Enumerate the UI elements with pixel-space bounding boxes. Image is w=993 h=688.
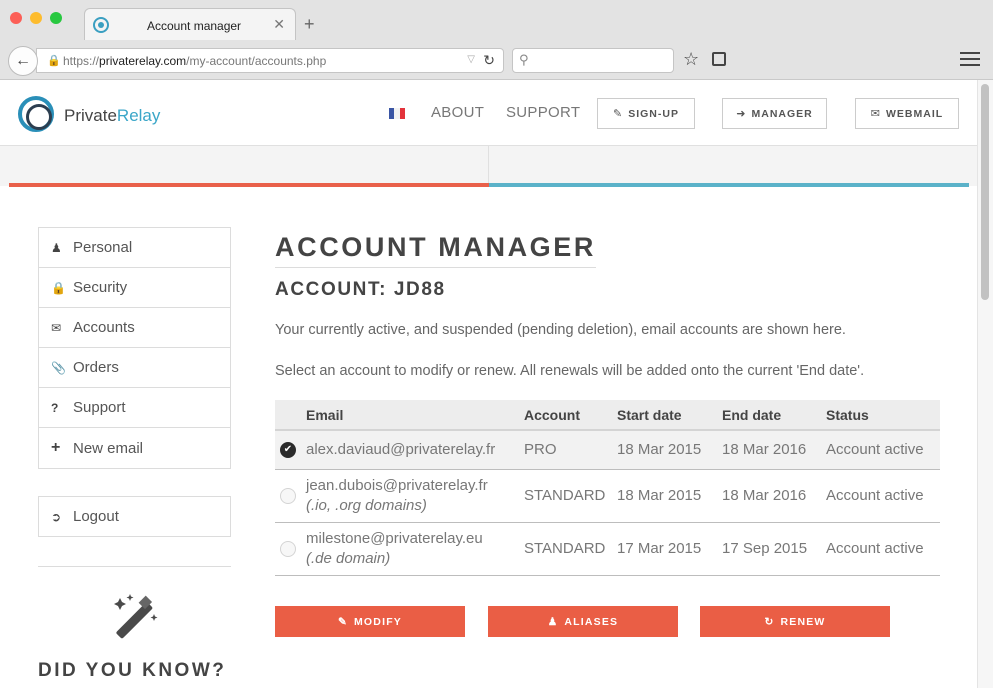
refresh-icon: ↻	[764, 615, 775, 628]
domain-note: (.de domain)	[306, 550, 391, 567]
status-cell: Account active	[826, 430, 940, 470]
email-cell: milestone@privaterelay.eu (.de domain)	[306, 522, 524, 576]
aliases-button[interactable]: ♟ ALIASES	[488, 606, 678, 637]
url-text: https://privaterelay.com/my-account/acco…	[63, 54, 327, 68]
close-tab-icon[interactable]: ✕	[273, 16, 285, 33]
nav-about[interactable]: ABOUT	[431, 104, 484, 121]
tab-title: Account manager	[147, 19, 242, 33]
instruction-text: Select an account to modify or renew. Al…	[275, 363, 865, 379]
scrollbar-thumb[interactable]	[981, 84, 989, 300]
minimize-window-button[interactable]	[30, 12, 42, 24]
history-dropdown-icon[interactable]: ▽	[467, 54, 475, 65]
nav-support[interactable]: SUPPORT	[506, 104, 580, 121]
hamburger-menu-icon[interactable]	[960, 52, 980, 70]
table-row[interactable]: ✔ alex.daviaud@privaterelay.fr PRO 18 Ma…	[275, 430, 940, 470]
table-header-row: Email Account Start date End date Status	[275, 400, 940, 431]
logout-button[interactable]: ➲ Logout	[38, 496, 231, 537]
accent-bar-blue	[489, 183, 969, 187]
sidebar-item-security[interactable]: 🔒 Security	[39, 268, 230, 308]
modify-button[interactable]: ✎ MODIFY	[275, 606, 465, 637]
envelope-icon: ✉	[51, 320, 62, 335]
sidebar-item-personal[interactable]: ♟ Personal	[39, 228, 230, 268]
lock-icon: 🔒	[51, 280, 66, 295]
status-cell: Account active	[826, 522, 940, 576]
account-type-cell: STANDARD	[524, 469, 617, 523]
end-date-cell: 18 Mar 2016	[722, 430, 826, 470]
paperclip-icon: 📎	[51, 360, 66, 375]
browser-tab[interactable]: Account manager ✕	[84, 8, 296, 40]
user-icon: ♟	[51, 240, 62, 255]
start-date-cell: 18 Mar 2015	[617, 430, 722, 470]
sidebar-divider	[38, 566, 231, 567]
envelope-icon: ✉	[870, 108, 882, 120]
column-header-email: Email	[306, 400, 524, 431]
domain-note: (.io, .org domains)	[306, 497, 427, 514]
new-tab-button[interactable]: +	[304, 14, 315, 35]
sign-in-icon: ➜	[736, 108, 747, 120]
sidebar-item-support[interactable]: ? Support	[39, 388, 230, 428]
end-date-cell: 18 Mar 2016	[722, 469, 826, 523]
signup-button[interactable]: ✎ SIGN-UP	[597, 98, 695, 129]
address-bar[interactable]: 🔒 https://privaterelay.com/my-account/ac…	[36, 48, 504, 73]
account-type-cell: STANDARD	[524, 522, 617, 576]
column-header-account: Account	[524, 400, 617, 431]
edit-icon: ✎	[613, 108, 624, 120]
start-date-cell: 17 Mar 2015	[617, 522, 722, 576]
renew-button[interactable]: ↻ RENEW	[700, 606, 890, 637]
end-date-cell: 17 Sep 2015	[722, 522, 826, 576]
account-radio[interactable]	[280, 540, 296, 557]
site-header: PrivateRelay ABOUT SUPPORT ✎ SIGN-UP ➜ MAN…	[0, 80, 977, 146]
back-button[interactable]: ←	[8, 46, 38, 76]
sidebar-item-new-email[interactable]: + New email	[39, 428, 230, 468]
bookmark-star-icon[interactable]: ☆	[683, 49, 699, 70]
column-header-end-date: End date	[722, 400, 826, 431]
reading-list-icon[interactable]	[712, 52, 726, 66]
search-input[interactable]: ⚲	[512, 48, 674, 73]
question-icon: ?	[51, 400, 59, 415]
start-date-cell: 18 Mar 2015	[617, 469, 722, 523]
users-icon: ♟	[547, 615, 559, 628]
account-subtitle: ACCOUNT: JD88	[275, 279, 446, 300]
accounts-table: Email Account Start date End date Status…	[275, 400, 940, 576]
site-favicon-icon	[93, 17, 109, 33]
status-cell: Account active	[826, 469, 940, 523]
french-flag-icon[interactable]	[389, 108, 405, 119]
account-sidebar: ♟ Personal 🔒 Security ✉ Accounts 📎 Orders ? S…	[38, 227, 231, 469]
back-arrow-icon: ←	[15, 52, 31, 69]
intro-text: Your currently active, and suspended (pe…	[275, 322, 846, 338]
pencil-icon: ✎	[337, 615, 348, 628]
sidebar-item-accounts[interactable]: ✉ Accounts	[39, 308, 230, 348]
privaterelay-logo-icon[interactable]	[18, 96, 54, 132]
email-cell: alex.daviaud@privaterelay.fr	[306, 430, 524, 470]
manager-button[interactable]: ➜ MANAGER	[722, 98, 827, 129]
column-header-status: Status	[826, 400, 940, 431]
magic-wand-icon	[114, 594, 158, 639]
account-radio[interactable]	[280, 487, 296, 504]
site-logo-text[interactable]: PrivateRelay	[64, 106, 160, 126]
reload-icon[interactable]: ↻	[483, 52, 495, 69]
window-controls	[10, 12, 62, 24]
select-column-header	[275, 400, 306, 431]
webmail-button[interactable]: ✉ WEBMAIL	[855, 98, 959, 129]
close-window-button[interactable]	[10, 12, 22, 24]
column-header-start-date: Start date	[617, 400, 722, 431]
email-cell: jean.dubois@privaterelay.fr (.io, .org d…	[306, 469, 524, 523]
account-type-cell: PRO	[524, 430, 617, 470]
table-row[interactable]: jean.dubois@privaterelay.fr (.io, .org d…	[275, 469, 940, 523]
page-title: ACCOUNT MANAGER	[275, 232, 596, 268]
table-row[interactable]: milestone@privaterelay.eu (.de domain) S…	[275, 522, 940, 576]
did-you-know-heading: DID YOU KNOW?	[38, 660, 227, 681]
search-icon: ⚲	[519, 52, 529, 67]
accent-bar-orange	[9, 183, 489, 187]
padlock-icon: 🔒	[47, 55, 61, 67]
sidebar-item-orders[interactable]: 📎 Orders	[39, 348, 230, 388]
maximize-window-button[interactable]	[50, 12, 62, 24]
sign-out-icon: ➲	[51, 509, 62, 524]
hero-divider	[488, 146, 489, 184]
selected-radio-icon[interactable]: ✔	[280, 441, 296, 458]
browser-chrome: Account manager ✕ + 🔒 https://privaterel…	[0, 0, 993, 80]
plus-icon: +	[51, 439, 61, 456]
